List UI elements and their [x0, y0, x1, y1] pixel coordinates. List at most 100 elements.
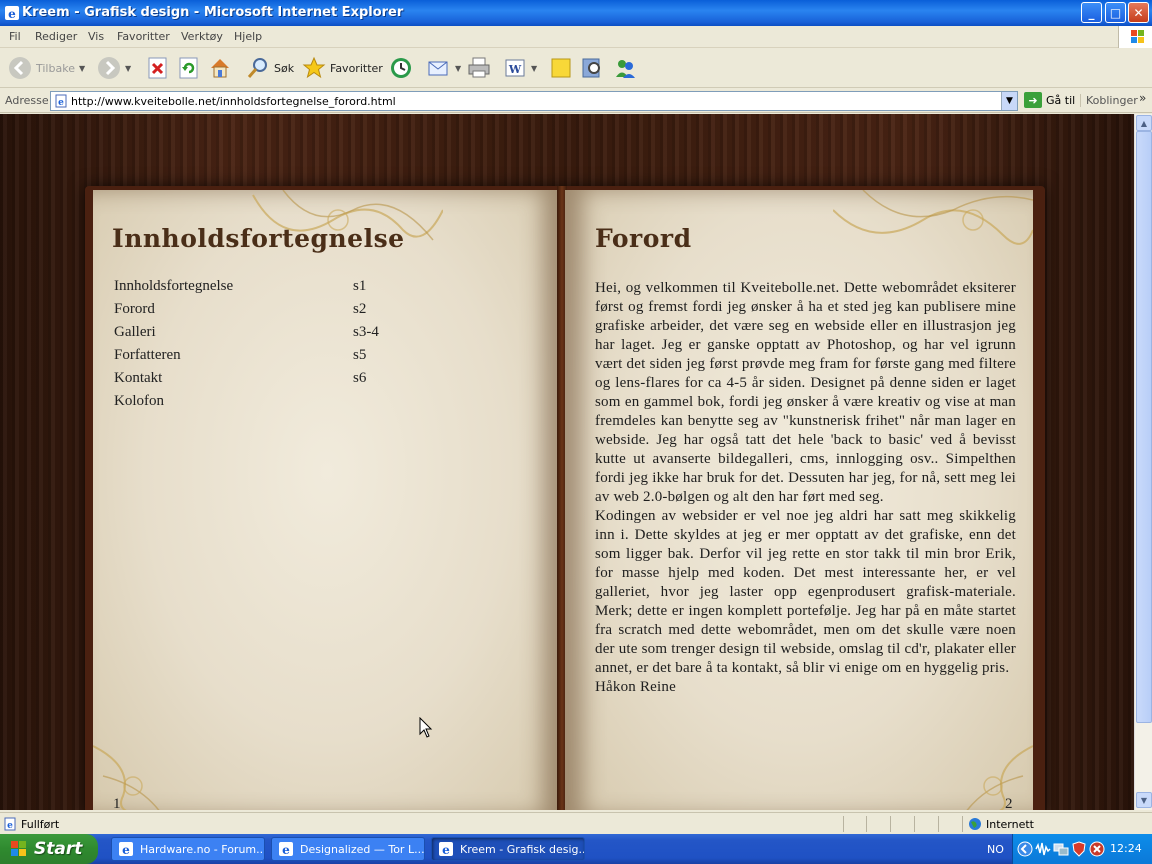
links-button[interactable]: Koblinger — [1080, 94, 1138, 107]
star-icon — [302, 56, 326, 79]
windows-flag-icon — [11, 841, 26, 856]
mail-button[interactable]: ▼ — [427, 54, 461, 82]
favorites-label: Favoritter — [330, 61, 383, 75]
menu-edit[interactable]: Rediger — [35, 30, 77, 43]
history-icon — [391, 58, 411, 78]
tray-expand-icon[interactable] — [1017, 841, 1033, 857]
toc-item-title[interactable]: Galleri — [114, 324, 156, 341]
menu-bar: Fil Rediger Vis Favoritter Verktøy Hjelp — [0, 26, 1152, 48]
security-shield-icon[interactable] — [1071, 841, 1087, 857]
toc-item[interactable]: Galleri s3-4 — [114, 324, 414, 347]
back-button[interactable]: Tilbake ▼ — [8, 54, 85, 82]
menu-tools[interactable]: Verktøy — [181, 30, 223, 43]
page-done-icon: e — [4, 817, 16, 831]
toc-item[interactable]: Kontakt s6 — [114, 370, 414, 393]
back-dropdown-icon[interactable]: ▼ — [79, 64, 85, 73]
page-icon: e — [55, 94, 67, 108]
chevron-right-icon[interactable]: » — [1139, 91, 1146, 105]
menu-view[interactable]: Vis — [88, 30, 104, 43]
history-button[interactable] — [389, 54, 413, 82]
go-button[interactable]: ➜ Gå til — [1024, 92, 1075, 108]
address-input[interactable]: e http://www.kveitebolle.net/innholdsfor… — [50, 91, 1018, 111]
menu-favorites[interactable]: Favoritter — [117, 30, 170, 43]
foreword-paragraph: Hei, og velkommen til Kveitebolle.net. D… — [595, 280, 1016, 505]
zone-label: Internett — [986, 817, 1034, 831]
start-button[interactable]: Start — [0, 834, 98, 864]
messenger-button[interactable] — [613, 54, 637, 82]
toc-item-title[interactable]: Kolofon — [114, 393, 164, 410]
home-button[interactable] — [208, 54, 232, 82]
toc-item[interactable]: Kolofon — [114, 393, 414, 416]
taskbar-item[interactable]: e Designalized — Tor L... — [271, 837, 425, 861]
toc-item-page: s2 — [353, 301, 367, 317]
address-bar: Adresse e http://www.kveitebolle.net/inn… — [0, 89, 1152, 113]
toc-item-page: s6 — [353, 370, 367, 386]
print-button[interactable] — [467, 54, 491, 82]
note-icon — [551, 58, 571, 78]
go-arrow-icon: ➜ — [1024, 92, 1042, 108]
network-icon[interactable] — [1053, 841, 1069, 857]
toc-item-title[interactable]: Forfatteren — [114, 347, 181, 364]
status-divider — [938, 816, 939, 832]
minimize-button[interactable]: _ — [1081, 2, 1102, 23]
research-button[interactable] — [580, 54, 604, 82]
taskbar-item[interactable]: e Hardware.no - Forum... — [111, 837, 265, 861]
toc-item[interactable]: Forfatteren s5 — [114, 347, 414, 370]
toc-item-title[interactable]: Kontakt — [114, 370, 162, 387]
internet-explorer-icon: e — [279, 842, 293, 857]
status-text: Fullført — [21, 818, 60, 831]
go-label: Gå til — [1046, 93, 1076, 107]
foreword-heading: Forord — [595, 224, 692, 253]
messenger-tray-icon[interactable] — [1089, 841, 1105, 857]
scroll-down-icon[interactable]: ▼ — [1136, 792, 1152, 808]
toc-item-page: s3-4 — [353, 324, 379, 340]
window-title: Kreem - Grafisk design - Microsoft Inter… — [22, 5, 404, 20]
maximize-button[interactable]: □ — [1105, 2, 1126, 23]
audio-icon[interactable] — [1035, 841, 1051, 857]
menu-help[interactable]: Hjelp — [234, 30, 262, 43]
address-url: http://www.kveitebolle.net/innholdsforte… — [71, 95, 396, 108]
taskbar-item-label: Designalized — Tor L... — [300, 842, 425, 856]
foreword-paragraph: Kodingen av websider er vel noe jeg aldr… — [595, 508, 1016, 676]
favorites-button[interactable]: Favoritter — [302, 54, 383, 82]
menu-file[interactable]: Fil — [9, 30, 21, 43]
refresh-button[interactable] — [177, 54, 201, 82]
ornament-bottom-right — [966, 745, 1033, 810]
stop-button[interactable] — [146, 54, 170, 82]
toc-item[interactable]: Innholdsfortegnelse s1 — [114, 278, 414, 301]
status-divider — [914, 816, 915, 832]
scroll-up-icon[interactable]: ▲ — [1136, 115, 1152, 131]
address-label: Adresse — [5, 94, 49, 107]
status-divider — [962, 816, 963, 832]
discuss-button[interactable] — [549, 54, 573, 82]
stop-icon — [148, 57, 167, 79]
internet-explorer-icon: e — [119, 842, 133, 857]
forward-dropdown-icon[interactable]: ▼ — [125, 64, 131, 73]
search-icon — [247, 58, 267, 78]
toc-item[interactable]: Forord s2 — [114, 301, 414, 324]
taskbar-item-label: Hardware.no - Forum... — [140, 842, 265, 856]
scroll-thumb[interactable] — [1136, 131, 1152, 723]
security-zone: Internett — [968, 817, 1034, 831]
taskbar-item-active[interactable]: e Kreem - Grafisk desig... — [431, 837, 585, 861]
address-dropdown-icon[interactable]: ▼ — [1001, 92, 1017, 110]
mouse-cursor-icon — [419, 717, 433, 738]
forward-button[interactable]: ▼ — [97, 54, 131, 82]
search-button[interactable]: Søk — [246, 54, 294, 82]
edit-dropdown-icon[interactable]: ▼ — [531, 64, 537, 73]
web-page-viewport: Innholdsfortegnelse Innholdsfortegnelse … — [0, 114, 1134, 810]
ornament-top-right — [833, 190, 1033, 245]
language-indicator[interactable]: NO — [987, 843, 1004, 856]
vertical-scrollbar[interactable]: ▲ ▼ — [1134, 114, 1152, 810]
back-label: Tilbake — [36, 61, 75, 75]
mail-dropdown-icon[interactable]: ▼ — [455, 64, 461, 73]
signature: Håkon Reine — [595, 679, 676, 695]
forward-arrow-icon — [98, 57, 120, 79]
toc-item-title[interactable]: Forord — [114, 301, 155, 318]
close-button[interactable]: ✕ — [1128, 2, 1149, 23]
left-page: Innholdsfortegnelse Innholdsfortegnelse … — [93, 190, 561, 810]
page-number: 2 — [1005, 796, 1013, 810]
toc-item-title[interactable]: Innholdsfortegnelse — [114, 278, 233, 295]
clock: 12:24 — [1110, 842, 1142, 855]
edit-button[interactable]: W ▼ — [503, 54, 537, 82]
